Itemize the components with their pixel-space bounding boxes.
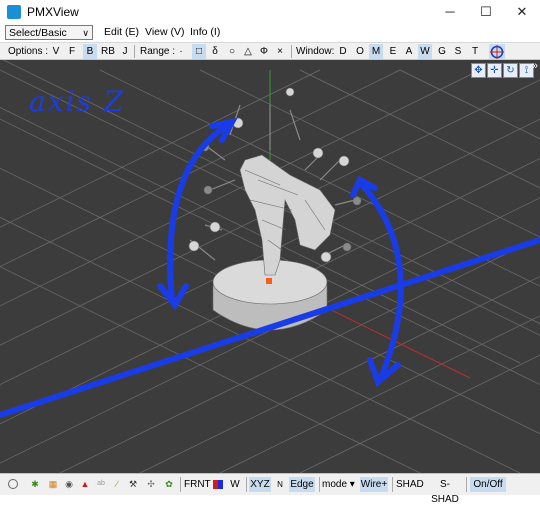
window-title: PMXView [27,5,79,19]
window-t-button[interactable]: T [469,44,481,59]
window-w-button[interactable]: W [418,44,432,59]
range-circle-button[interactable]: ○ [226,44,238,59]
color-blue-swatch[interactable] [218,480,223,489]
toolbar-divider [291,45,292,58]
minimize-button[interactable]: ─ [432,0,468,24]
bone-icon[interactable]: ⚒ [128,479,138,489]
mode-label: mode [322,479,348,490]
wire-toggle-button[interactable]: Wire+ [360,477,388,492]
option-j-button[interactable]: J [120,44,130,59]
rotate-view-icon[interactable]: ↻ [503,63,518,78]
options-label: Options : [8,46,49,57]
leaf-icon[interactable]: ✿ [164,479,174,489]
xyz-toggle-button[interactable]: XYZ [249,477,271,492]
dot-icon[interactable]: ◉ [64,479,74,489]
range-rect-button[interactable]: □ [192,44,206,59]
window-label: Window: [296,46,335,57]
more-tools-button[interactable]: » [532,60,538,72]
statusbar-divider [392,477,393,492]
option-b-button[interactable]: B [83,44,97,59]
close-button[interactable]: ✕ [504,0,540,24]
on-off-toggle-button[interactable]: On/Off [470,477,506,492]
tag-icon[interactable]: ab [96,479,106,489]
option-f-button[interactable]: F [67,44,77,59]
title-bar: PMXView ─ ☐ ✕ [0,0,540,24]
radio-icon[interactable] [8,479,18,489]
shad-toggle-button[interactable]: SHAD [396,477,424,492]
pivot-marker[interactable] [266,278,272,284]
statusbar-divider [180,477,181,492]
3d-viewport[interactable]: axis Z ✥ ✛ ↻ ⟟ » [0,60,540,473]
window-e-button[interactable]: E [387,44,399,59]
range-triangle-button[interactable]: △ [242,44,254,59]
toolbar-divider [134,45,135,58]
window-m-button[interactable]: M [369,44,383,59]
options-toolbar: Options : V F B RB J Range : · □ δ ○ △ Φ… [0,42,540,60]
grid-icon[interactable]: ▦ [48,479,58,489]
range-point-button[interactable]: · [176,44,186,59]
snowflake-icon[interactable]: ✱ [30,479,40,489]
option-v-button[interactable]: V [51,44,61,59]
range-phi-button[interactable]: Φ [258,44,270,59]
line-icon[interactable]: ∕ [112,479,122,489]
menu-bar: Select/Basic Editor ∨ Edit (E) View (V) … [0,24,540,54]
statusbar-divider [466,477,467,492]
editor-mode-select[interactable]: Select/Basic Editor ∨ [5,25,93,54]
edge-toggle-button[interactable]: Edge [289,477,315,492]
option-rb-button[interactable]: RB [101,44,115,59]
chevron-down-icon: ∨ [82,28,89,38]
axis-z-annotation: axis Z [29,85,126,118]
window-d-button[interactable]: D [337,44,349,59]
pan-view-icon[interactable]: ✛ [487,63,502,78]
w-toggle-button[interactable]: W [229,477,241,492]
range-delta-button[interactable]: δ [210,44,220,59]
viewport-canvas [0,60,540,473]
menu-view[interactable]: View (V) [145,26,184,38]
range-clear-button[interactable]: × [275,44,285,59]
window-o-button[interactable]: O [354,44,366,59]
target-icon[interactable] [489,44,505,59]
move-view-icon[interactable]: ✥ [471,63,486,78]
mode-dropdown[interactable]: mode ▾ [322,477,358,492]
window-g-button[interactable]: G [436,44,448,59]
status-bar: ✱ ▦ ◉ ▲ ab ∕ ⚒ ✣ ✿ FRNT W XYZ N Edge mod… [0,473,540,505]
window-a-button[interactable]: A [403,44,415,59]
front-view-button[interactable]: FRNT [184,477,211,492]
app-icon [7,5,21,19]
window-s-button[interactable]: S [452,44,464,59]
statusbar-divider [319,477,320,492]
normals-icon[interactable]: N [273,477,287,492]
menu-info[interactable]: Info (I) [190,26,220,38]
s-shad-toggle-button[interactable]: S-SHAD [427,477,463,505]
range-label: Range : [140,46,176,57]
statusbar-divider [246,477,247,492]
maximize-button[interactable]: ☐ [468,0,504,24]
triangle-icon[interactable]: ▲ [80,479,90,489]
joint-icon[interactable]: ✣ [146,479,156,489]
menu-edit[interactable]: Edit (E) [104,26,139,38]
